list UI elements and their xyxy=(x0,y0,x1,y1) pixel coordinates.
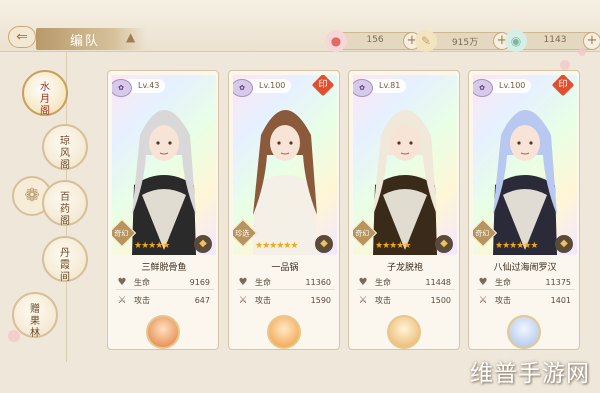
spirit-avatar[interactable] xyxy=(267,315,301,349)
sword-icon: ⚔ xyxy=(117,295,127,306)
blossom-decoration xyxy=(8,330,20,342)
attack-stat: ⚔ 攻击 1590 xyxy=(238,295,331,306)
star-rating: ★★★★★★ xyxy=(255,241,298,251)
attack-stat: ⚔ 攻击 1401 xyxy=(478,295,571,306)
sidebar-item-baiyao[interactable]: 百药阁 xyxy=(42,180,88,227)
blossom-decoration xyxy=(560,60,570,70)
hp-stat: ♥ 生命 11360 xyxy=(237,276,335,290)
character-card[interactable]: ✿ Lv.100 印 奇幻 ★★★★★★ ◆ 八仙过海闹罗汉 ♥ 生命 1137… xyxy=(468,70,580,350)
sword-icon: ⚔ xyxy=(478,295,488,306)
peach-icon: ● xyxy=(325,30,347,52)
jade-icon: ◉ xyxy=(505,30,527,52)
character-portrait[interactable]: ✿ Lv.100 印 奇幻 ★★★★★★ ◆ xyxy=(473,75,577,255)
level-label: ✿ Lv.81 xyxy=(353,79,407,97)
character-name: 三鲜脱骨鱼 xyxy=(141,263,187,273)
level-label: ✿ Lv.100 xyxy=(473,79,532,97)
star-rating: ★★★★★ xyxy=(375,241,411,251)
character-portrait[interactable]: ✿ Lv.43 奇幻 ★★★★★ ◆ xyxy=(112,75,216,255)
character-card[interactable]: ✿ Lv.43 奇幻 ★★★★★ ◆ 三鲜脱骨鱼 ♥ 生命 9169 ⚔ 攻击 … xyxy=(107,70,219,350)
sidebar-item-qiongfeng[interactable]: 琼风阁 xyxy=(42,124,88,171)
element-icon: ◆ xyxy=(555,235,573,253)
hp-stat: ♥ 生命 9169 xyxy=(116,276,214,290)
heart-icon: ♥ xyxy=(478,277,488,288)
character-name: 子龙脱袍 xyxy=(386,263,423,273)
star-rating: ★★★★★ xyxy=(134,241,170,251)
attack-stat: ⚔ 攻击 647 xyxy=(117,295,210,306)
sidebar-item-zengguo[interactable]: 赠果林 xyxy=(12,292,58,339)
character-name: 一品锅 xyxy=(271,263,299,273)
resource-gold: ✎ 915万 + xyxy=(415,30,511,52)
character-portrait[interactable]: ✿ Lv.81 奇幻 ★★★★★ ◆ xyxy=(353,75,457,255)
heart-icon: ♥ xyxy=(117,277,127,288)
sidebar: 水月阁 琼风阁 ❁ 百药阁 丹霞间 赠果林 xyxy=(0,52,100,362)
attack-stat: ⚔ 攻击 1500 xyxy=(358,295,451,306)
spirit-avatar[interactable] xyxy=(146,315,180,349)
level-label: ✿ Lv.43 xyxy=(112,79,166,97)
resource-stamina: ● 156 + xyxy=(325,30,421,52)
add-jade-button[interactable]: + xyxy=(583,32,600,50)
top-bar: ⇐ 编队 ▲ ● 156 + ✎ 915万 + ◉ 1143 + xyxy=(0,0,600,52)
element-icon: ◆ xyxy=(315,235,333,253)
level-label: ✿ Lv.100 xyxy=(233,79,292,97)
character-portrait[interactable]: ✿ Lv.100 印 珍选 ★★★★★★ ◆ xyxy=(233,75,337,255)
heart-icon: ♥ xyxy=(238,277,248,288)
back-button[interactable]: ⇐ xyxy=(8,26,36,48)
hp-stat: ♥ 生命 11448 xyxy=(357,276,455,290)
star-rating: ★★★★★★ xyxy=(495,241,538,251)
resource-jade: ◉ 1143 + xyxy=(505,30,600,52)
element-icon: ◆ xyxy=(435,235,453,253)
spirit-avatar[interactable] xyxy=(507,315,541,349)
heart-icon: ♥ xyxy=(358,277,368,288)
blossom-decoration xyxy=(578,48,586,56)
sword-icon: ⚔ xyxy=(358,295,368,306)
element-icon: ◆ xyxy=(194,235,212,253)
sidebar-item-danxia[interactable]: 丹霞间 xyxy=(42,236,88,283)
watermark: 维普手游网 xyxy=(470,361,590,387)
crown-icon: ▲ xyxy=(126,30,136,44)
character-card[interactable]: ✿ Lv.100 印 珍选 ★★★★★★ ◆ 一品锅 ♥ 生命 11360 ⚔ … xyxy=(228,70,340,350)
sidebar-item-shuiyue[interactable]: 水月阁 xyxy=(22,70,68,117)
sword-icon: ⚔ xyxy=(238,295,248,306)
character-name: 八仙过海闹罗汉 xyxy=(493,263,557,273)
page-title: 编队 xyxy=(70,34,101,49)
brush-icon: ✎ xyxy=(415,30,437,52)
character-card[interactable]: ✿ Lv.81 奇幻 ★★★★★ ◆ 子龙脱袍 ♥ 生命 11448 ⚔ 攻击 … xyxy=(348,70,460,350)
hp-stat: ♥ 生命 11375 xyxy=(477,276,575,290)
spirit-avatar[interactable] xyxy=(387,315,421,349)
